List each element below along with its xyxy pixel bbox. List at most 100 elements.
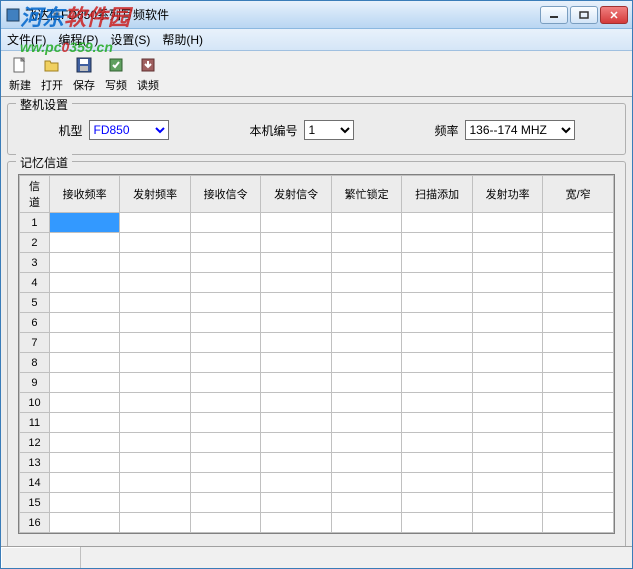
cell[interactable] [120,313,191,333]
menu-settings[interactable]: 设置(S) [110,31,150,48]
cell[interactable] [120,513,191,533]
cell[interactable] [472,513,543,533]
row-number[interactable]: 15 [20,493,50,513]
cell[interactable] [120,393,191,413]
cell[interactable] [543,513,614,533]
cell[interactable] [261,213,332,233]
col-header[interactable]: 接收信令 [190,176,261,213]
cell[interactable] [190,213,261,233]
col-header[interactable]: 发射信令 [261,176,332,213]
cell[interactable] [543,233,614,253]
cell[interactable] [190,473,261,493]
cell[interactable] [543,433,614,453]
cell[interactable] [331,333,402,353]
row-number[interactable]: 2 [20,233,50,253]
cell[interactable] [331,413,402,433]
cell[interactable] [402,473,473,493]
cell[interactable] [120,293,191,313]
cell[interactable] [402,273,473,293]
model-select[interactable]: FD850 [89,120,169,140]
devno-select[interactable]: 1 [304,120,354,140]
cell[interactable] [190,453,261,473]
cell[interactable] [402,333,473,353]
cell[interactable] [261,233,332,253]
cell[interactable] [402,513,473,533]
table-row[interactable]: 15 [20,493,614,513]
cell[interactable] [49,433,120,453]
cell[interactable] [261,413,332,433]
cell[interactable] [261,333,332,353]
cell[interactable] [261,453,332,473]
table-row[interactable]: 4 [20,273,614,293]
row-number[interactable]: 6 [20,313,50,333]
cell[interactable] [331,473,402,493]
cell[interactable] [402,493,473,513]
cell[interactable] [472,373,543,393]
cell[interactable] [331,373,402,393]
cell[interactable] [120,353,191,373]
row-number[interactable]: 14 [20,473,50,493]
cell[interactable] [472,353,543,373]
cell[interactable] [402,413,473,433]
cell[interactable] [331,233,402,253]
cell[interactable] [49,453,120,473]
cell[interactable] [472,433,543,453]
cell[interactable] [472,313,543,333]
cell[interactable] [402,253,473,273]
row-number[interactable]: 13 [20,453,50,473]
cell[interactable] [543,453,614,473]
col-header[interactable]: 宽/窄 [543,176,614,213]
table-row[interactable]: 5 [20,293,614,313]
cell[interactable] [49,393,120,413]
cell[interactable] [543,413,614,433]
row-number[interactable]: 9 [20,373,50,393]
maximize-button[interactable] [570,6,598,24]
table-row[interactable]: 6 [20,313,614,333]
cell[interactable] [331,453,402,473]
cell[interactable] [261,513,332,533]
cell[interactable] [331,293,402,313]
col-header[interactable]: 繁忙锁定 [331,176,402,213]
cell[interactable] [120,333,191,353]
close-button[interactable] [600,6,628,24]
cell[interactable] [49,513,120,533]
cell[interactable] [190,493,261,513]
col-header[interactable]: 接收频率 [49,176,120,213]
cell[interactable] [190,433,261,453]
cell[interactable] [190,413,261,433]
cell[interactable] [543,473,614,493]
cell[interactable] [543,493,614,513]
cell[interactable] [402,393,473,413]
cell[interactable] [543,373,614,393]
cell[interactable] [120,413,191,433]
write-freq-button[interactable]: 写频 [103,53,129,95]
row-number[interactable]: 1 [20,213,50,233]
cell[interactable] [402,293,473,313]
col-header[interactable]: 扫描添加 [402,176,473,213]
cell[interactable] [261,353,332,373]
cell[interactable] [49,293,120,313]
cell[interactable] [190,353,261,373]
cell[interactable] [402,353,473,373]
cell[interactable] [331,433,402,453]
cell[interactable] [543,333,614,353]
cell[interactable] [543,313,614,333]
cell[interactable] [190,393,261,413]
table-row[interactable]: 12 [20,433,614,453]
cell[interactable] [120,253,191,273]
cell[interactable] [402,373,473,393]
cell[interactable] [49,313,120,333]
cell[interactable] [49,493,120,513]
cell[interactable] [331,253,402,273]
cell[interactable] [472,293,543,313]
cell[interactable] [472,473,543,493]
cell[interactable] [49,413,120,433]
cell[interactable] [472,213,543,233]
minimize-button[interactable] [540,6,568,24]
cell[interactable] [120,473,191,493]
cell[interactable] [402,313,473,333]
read-freq-button[interactable]: 读频 [135,53,161,95]
cell[interactable] [49,473,120,493]
cell[interactable] [190,273,261,293]
cell[interactable] [120,373,191,393]
